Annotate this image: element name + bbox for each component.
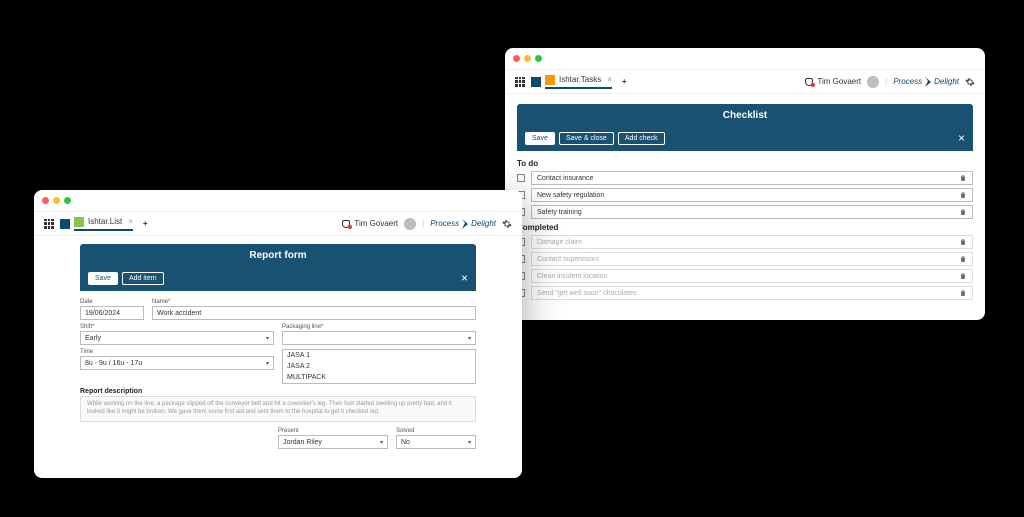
settings-icon[interactable] <box>965 77 975 87</box>
app-topbar: Ishtar.List × + Tim Govaert | Process De… <box>34 212 522 236</box>
avatar[interactable] <box>404 218 416 230</box>
present-label: Present <box>278 428 388 434</box>
checklist-item: Contact supervisors <box>517 252 973 266</box>
close-dot[interactable] <box>42 197 49 204</box>
time-select[interactable]: 8u - 9u / 16u - 17u <box>80 356 274 370</box>
tab-color-icon <box>74 217 84 227</box>
checkbox[interactable] <box>517 174 525 182</box>
delete-icon[interactable] <box>959 289 967 297</box>
checklist-text[interactable]: Contact supervisors <box>531 252 973 266</box>
add-check-button[interactable]: Add check <box>618 132 665 145</box>
tab-ishtar-tasks[interactable]: Ishtar.Tasks × <box>545 75 612 89</box>
checklist-text[interactable]: New safety regulation <box>531 188 973 202</box>
checklist-text[interactable]: Contact insurance <box>531 171 973 185</box>
delete-icon[interactable] <box>959 174 967 182</box>
checklist-text[interactable]: Safety training <box>531 205 973 219</box>
packaging-line-select[interactable] <box>282 331 476 345</box>
add-item-button[interactable]: Add item <box>122 272 164 285</box>
checklist-text[interactable]: Damage claim <box>531 235 973 249</box>
packaging-line-option[interactable]: JASA 2 <box>283 361 475 372</box>
mac-titlebar <box>505 48 985 70</box>
panel-title: Report form <box>80 244 476 267</box>
save-close-button[interactable]: Save & close <box>559 132 614 145</box>
save-button[interactable]: Save <box>525 132 555 145</box>
close-dot[interactable] <box>513 55 520 62</box>
tab-label: Ishtar.Tasks <box>559 75 601 84</box>
packaging-line-option[interactable]: JASA 1 <box>283 350 475 361</box>
user-name: Tim Govaert <box>817 77 861 86</box>
tab-color-icon <box>545 75 555 85</box>
tab-close-icon[interactable]: × <box>128 217 133 226</box>
packaging-line-option[interactable]: MULTIPACK <box>283 372 475 383</box>
checklist-item: Clean incident location <box>517 269 973 283</box>
notification-bell-icon[interactable] <box>342 220 350 228</box>
new-tab-button[interactable]: + <box>143 219 148 228</box>
delete-icon[interactable] <box>959 191 967 199</box>
notification-bell-icon[interactable] <box>805 78 813 86</box>
min-dot[interactable] <box>524 55 531 62</box>
close-panel-icon[interactable]: × <box>461 271 468 285</box>
checklist-item: Contact insurance <box>517 171 973 185</box>
panel-title: Checklist <box>517 104 973 127</box>
new-tab-button[interactable]: + <box>622 77 627 86</box>
checklist-item: New safety regulation <box>517 188 973 202</box>
settings-icon[interactable] <box>502 219 512 229</box>
date-label: Date <box>80 299 144 305</box>
app-launcher-icon[interactable] <box>515 77 525 87</box>
delete-icon[interactable] <box>959 255 967 263</box>
checklist-item: Send "get well soon" chocolates <box>517 286 973 300</box>
max-dot[interactable] <box>64 197 71 204</box>
tab-label: Ishtar.List <box>88 217 122 226</box>
packaging-line-label: Packaging line* <box>282 324 476 330</box>
tab-close-icon[interactable]: × <box>607 75 612 84</box>
window-checklist: Ishtar.Tasks × + Tim Govaert | Process D… <box>505 48 985 320</box>
name-label: Name* <box>152 299 476 305</box>
checklist-text[interactable]: Clean incident location <box>531 269 973 283</box>
time-label: Time <box>80 349 274 355</box>
app-topbar: Ishtar.Tasks × + Tim Govaert | Process D… <box>505 70 985 94</box>
min-dot[interactable] <box>53 197 60 204</box>
completed-heading: Completed <box>517 223 973 232</box>
user-name: Tim Govaert <box>354 219 398 228</box>
todo-heading: To do <box>517 159 973 168</box>
tab-ishtar-list[interactable]: Ishtar.List × <box>74 217 133 231</box>
date-input[interactable]: 19/06/2024 <box>80 306 144 320</box>
description-label: Report description <box>80 388 476 395</box>
shift-label: Shift* <box>80 324 274 330</box>
brand-logo: Process Delight <box>430 219 496 229</box>
brand-logo: Process Delight <box>893 77 959 87</box>
delete-icon[interactable] <box>959 272 967 280</box>
max-dot[interactable] <box>535 55 542 62</box>
checklist-item: Damage claim <box>517 235 973 249</box>
app-launcher-icon[interactable] <box>44 219 54 229</box>
app-icon <box>60 219 70 229</box>
mac-titlebar <box>34 190 522 212</box>
window-report-form: Ishtar.List × + Tim Govaert | Process De… <box>34 190 522 478</box>
checklist-text[interactable]: Send "get well soon" chocolates <box>531 286 973 300</box>
delete-icon[interactable] <box>959 208 967 216</box>
avatar[interactable] <box>867 76 879 88</box>
save-button[interactable]: Save <box>88 272 118 285</box>
solved-select[interactable]: No <box>396 435 476 449</box>
checklist-item: Safety training <box>517 205 973 219</box>
solved-label: Solved <box>396 428 476 434</box>
delete-icon[interactable] <box>959 238 967 246</box>
present-select[interactable]: Jordan Riley <box>278 435 388 449</box>
app-icon <box>531 77 541 87</box>
name-input[interactable]: Work accident <box>152 306 476 320</box>
description-textarea[interactable]: While working on the line, a package sli… <box>80 396 476 422</box>
shift-select[interactable]: Early <box>80 331 274 345</box>
packaging-line-options[interactable]: JASA 1JASA 2MULTIPACK <box>282 349 476 384</box>
close-panel-icon[interactable]: × <box>958 131 965 145</box>
